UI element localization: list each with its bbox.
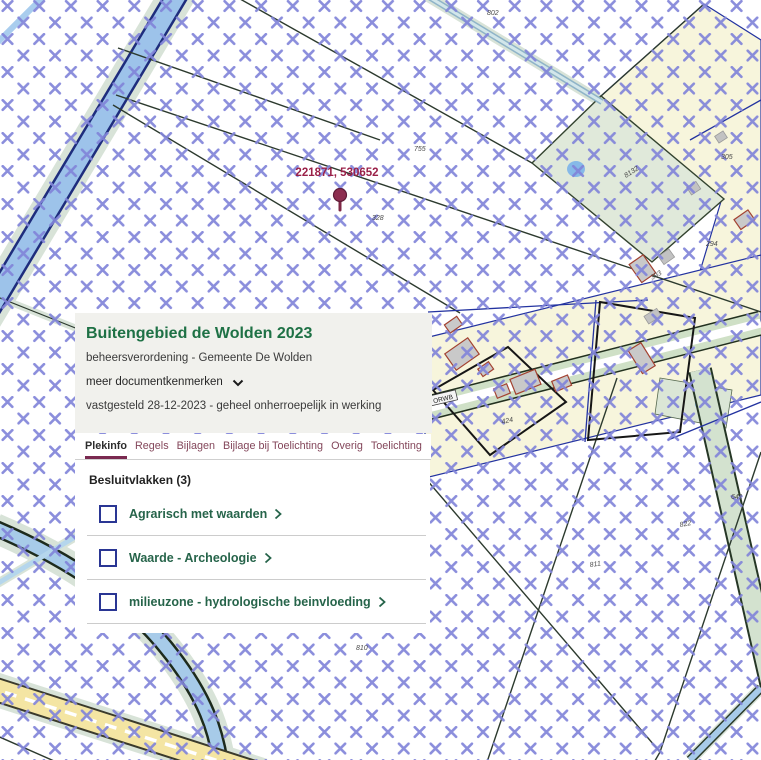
- marker-pin-icon: [334, 189, 347, 202]
- list-item-agrarisch-met-waarden[interactable]: Agrarisch met waarden: [75, 492, 430, 535]
- tab-bijlage-bij-toelichting[interactable]: Bijlage bij Toelichting: [223, 434, 323, 459]
- tab-plekinfo[interactable]: Plekinfo: [85, 434, 127, 459]
- parcel-label: 641: [731, 494, 743, 501]
- list-item-label[interactable]: Waarde - Archeologie: [129, 551, 257, 565]
- coordinate-label: 221871, 530652: [295, 167, 378, 179]
- checkbox[interactable]: [99, 505, 117, 523]
- parcel-label: 810: [356, 645, 368, 652]
- list-item-milieuzone[interactable]: milieuzone - hydrologische beinvloeding: [75, 580, 430, 623]
- chevron-down-icon: [232, 379, 244, 387]
- divider: [87, 623, 426, 624]
- checkbox[interactable]: [99, 549, 117, 567]
- tab-regels[interactable]: Regels: [135, 434, 169, 459]
- chevron-right-icon: [378, 596, 386, 608]
- tab-overig[interactable]: Overig: [331, 434, 363, 459]
- parcel-label: 802: [487, 10, 499, 17]
- map-viewer: 802 755 328 8132 305 294 393 424 641 822…: [0, 0, 761, 760]
- parcel-label: 305: [721, 154, 733, 161]
- list-item-label[interactable]: milieuzone - hydrologische beinvloeding: [129, 595, 371, 609]
- tab-toelichting[interactable]: Toelichting: [371, 434, 422, 459]
- document-title: Buitengebied de Wolden 2023: [86, 324, 420, 343]
- document-type: beheersverordening - Gemeente De Wolden: [86, 352, 420, 364]
- tab-bar: Plekinfo Regels Bijlagen Bijlage bij Toe…: [75, 434, 431, 460]
- parcel-label: 755: [414, 146, 426, 153]
- more-document-properties-label: meer documentkenmerken: [86, 376, 223, 388]
- checkbox[interactable]: [99, 593, 117, 611]
- list-item-label[interactable]: Agrarisch met waarden: [129, 507, 267, 521]
- document-status: vastgesteld 28-12-2023 - geheel onherroe…: [86, 400, 420, 412]
- section-title: Besluitvlakken (3): [75, 460, 430, 492]
- parcel-label: 294: [705, 241, 718, 248]
- chevron-right-icon: [274, 508, 282, 520]
- plekinfo-panel: Besluitvlakken (3) Agrarisch met waarden…: [75, 460, 430, 633]
- parcel-label: 328: [372, 215, 384, 222]
- chevron-right-icon: [264, 552, 272, 564]
- list-item-waarde-archeologie[interactable]: Waarde - Archeologie: [75, 536, 430, 579]
- more-document-properties-toggle[interactable]: meer documentkenmerken: [86, 376, 244, 388]
- document-info-panel: Buitengebied de Wolden 2023 beheersveror…: [75, 313, 432, 433]
- tab-bijlagen[interactable]: Bijlagen: [177, 434, 215, 459]
